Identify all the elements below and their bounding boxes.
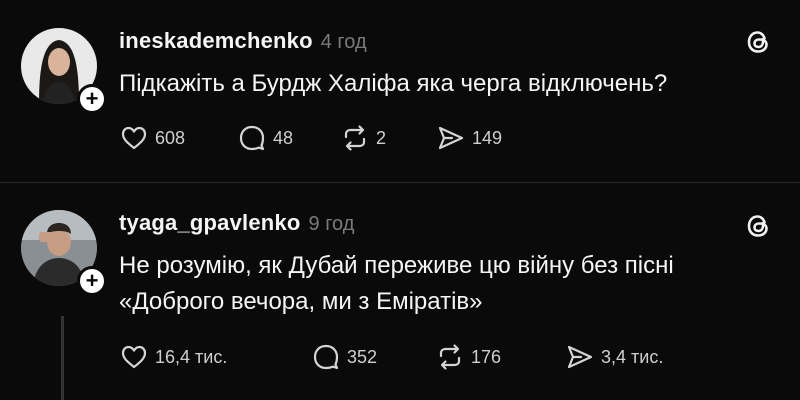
post-text-line: Підкажіть а Бурдж Халіфа яка черга відкл… xyxy=(119,70,668,97)
comment-button[interactable]: 352 xyxy=(311,342,435,372)
share-count: 3,4 тис. xyxy=(601,346,664,367)
post-header: ineskademchenko 4 год xyxy=(119,28,367,54)
comment-icon xyxy=(313,344,339,370)
avatar-container[interactable]: + xyxy=(21,28,107,114)
post-text-line: Не розумію, як Дубай переживе цю війну б… xyxy=(119,252,674,279)
heart-icon xyxy=(121,345,147,369)
action-bar: 16,4 тис. 352 176 3,4 тис. xyxy=(119,342,663,372)
threads-logo-icon[interactable] xyxy=(742,26,774,58)
like-button[interactable]: 608 xyxy=(119,123,237,153)
timestamp: 9 год xyxy=(308,213,355,235)
post-content: Підкажіть а Бурдж Халіфа яка черга відкл… xyxy=(119,66,667,102)
post-divider xyxy=(0,182,800,183)
post-content: Не розумію, як Дубай переживе цю війну б… xyxy=(119,248,674,320)
action-bar: 608 48 2 149 xyxy=(119,123,502,153)
repost-button[interactable]: 176 xyxy=(435,342,565,372)
follow-button[interactable]: + xyxy=(77,84,107,114)
follow-button[interactable]: + xyxy=(77,266,107,296)
username[interactable]: ineskademchenko xyxy=(119,28,313,54)
share-icon xyxy=(438,126,464,150)
timestamp: 4 год xyxy=(320,31,367,53)
avatar-container[interactable]: + xyxy=(21,210,107,296)
repost-button[interactable]: 2 xyxy=(340,123,436,153)
repost-icon xyxy=(439,344,461,370)
like-count: 16,4 тис. xyxy=(155,346,228,367)
comment-button[interactable]: 48 xyxy=(237,123,340,153)
post-text-line: «Доброго вечора, ми з Еміратів» xyxy=(119,288,483,315)
threads-logo-icon[interactable] xyxy=(742,210,774,242)
thread-connector-line xyxy=(61,316,64,400)
share-count: 149 xyxy=(472,127,503,148)
comment-count: 352 xyxy=(347,346,378,367)
like-count: 608 xyxy=(155,127,186,148)
repost-icon xyxy=(344,125,366,151)
post-1: + ineskademchenko 4 год Підкажіть а Бурд… xyxy=(0,0,800,182)
post-header: tyaga_gpavlenko 9 год xyxy=(119,210,354,236)
comment-icon xyxy=(239,125,265,151)
post-2: + tyaga_gpavlenko 9 год Не розумію, як Д… xyxy=(0,184,800,400)
repost-count: 176 xyxy=(471,346,502,367)
repost-count: 2 xyxy=(376,127,387,148)
share-button[interactable]: 149 xyxy=(436,123,502,153)
share-button[interactable]: 3,4 тис. xyxy=(565,342,663,372)
comment-count: 48 xyxy=(273,127,294,148)
share-icon xyxy=(567,345,593,369)
username[interactable]: tyaga_gpavlenko xyxy=(119,210,301,236)
like-button[interactable]: 16,4 тис. xyxy=(119,342,311,372)
heart-icon xyxy=(121,126,147,150)
